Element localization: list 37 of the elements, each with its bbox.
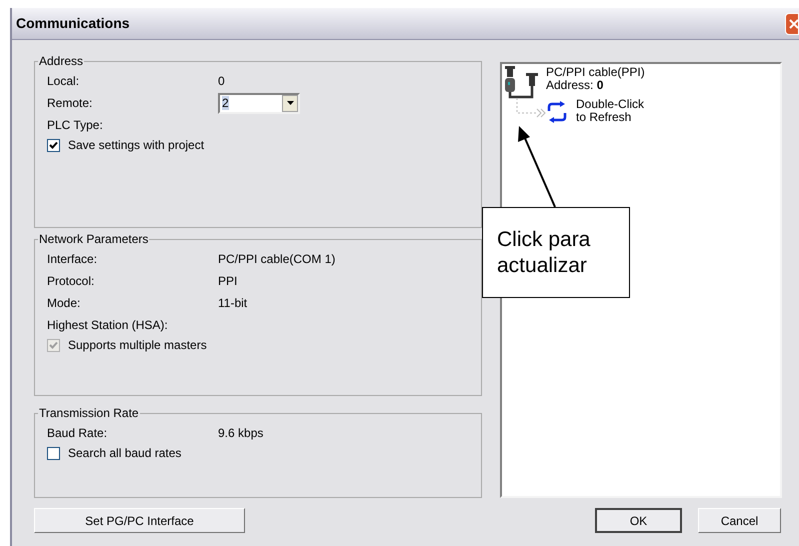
field-label: PLC Type: bbox=[47, 117, 104, 134]
checkbox[interactable] bbox=[47, 138, 60, 152]
device-name: PC/PPI cable(PPI) bbox=[546, 66, 645, 79]
group-title: Network Parameters bbox=[38, 231, 150, 248]
dropdown-value: 2 bbox=[221, 95, 230, 112]
checkbox-label: Search all baud rates bbox=[68, 445, 182, 462]
field-label: Remote: bbox=[47, 95, 94, 112]
device-address: Address: 0 bbox=[546, 79, 604, 92]
set-interface-button[interactable]: Set PG/PC Interface bbox=[34, 508, 245, 533]
cancel-button[interactable]: Cancel bbox=[698, 508, 781, 533]
refresh-hint[interactable]: Double-Click to Refresh bbox=[576, 98, 644, 124]
ok-button[interactable]: OK bbox=[595, 508, 682, 533]
window-title: Communications bbox=[15, 14, 130, 33]
field-label: Interface: bbox=[47, 251, 98, 268]
field-label: Highest Station (HSA): bbox=[47, 317, 169, 334]
group-title: Address bbox=[38, 53, 84, 70]
checkmark-icon bbox=[49, 140, 58, 150]
checkbox-label: Save settings with project bbox=[68, 137, 204, 154]
field-value: 0 bbox=[218, 73, 225, 90]
field-value: 11-bit bbox=[218, 295, 248, 312]
field-label: Protocol: bbox=[47, 273, 96, 290]
group-title: Transmission Rate bbox=[38, 405, 140, 422]
field-value: PC/PPI cable(COM 1) bbox=[218, 251, 336, 268]
remote-dropdown[interactable]: 2 bbox=[218, 92, 300, 114]
checkmark-icon bbox=[49, 340, 58, 350]
field-label: Mode: bbox=[47, 295, 82, 312]
field-label: Local: bbox=[47, 73, 80, 90]
connector-line-icon bbox=[516, 98, 546, 118]
field-value: 9.6 kbps bbox=[218, 425, 264, 442]
checkbox-label: Supports multiple masters bbox=[68, 337, 207, 354]
close-button[interactable] bbox=[785, 12, 799, 34]
callout-text: Click para actualizar bbox=[497, 226, 590, 278]
close-icon[interactable] bbox=[789, 18, 798, 30]
field-label: Baud Rate: bbox=[47, 425, 108, 442]
refresh-icon[interactable] bbox=[546, 101, 568, 123]
field-value: PPI bbox=[218, 273, 238, 290]
checkbox[interactable] bbox=[47, 446, 60, 460]
